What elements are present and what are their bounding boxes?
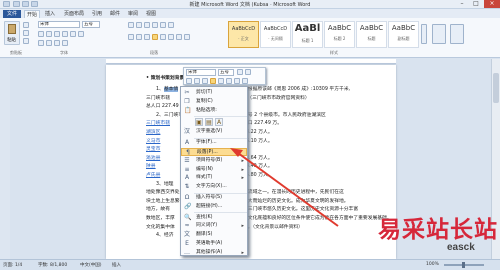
- zoom-slider-thumb[interactable]: [462, 262, 465, 268]
- watermark-url: easck: [447, 242, 475, 253]
- status-language[interactable]: 中文(中国): [80, 262, 102, 268]
- status-page[interactable]: 页面: 1/4: [3, 262, 22, 268]
- watermark-logo: 易采站长站: [378, 216, 498, 243]
- arrow-shaft: [237, 152, 339, 227]
- status-words[interactable]: 字数: 8/1,800: [38, 262, 67, 268]
- status-bar: 页面: 1/4 字数: 8/1,800 中文(中国) 插入 100%: [0, 259, 500, 270]
- status-mode[interactable]: 插入: [112, 262, 121, 268]
- zoom-level[interactable]: 100%: [426, 262, 439, 267]
